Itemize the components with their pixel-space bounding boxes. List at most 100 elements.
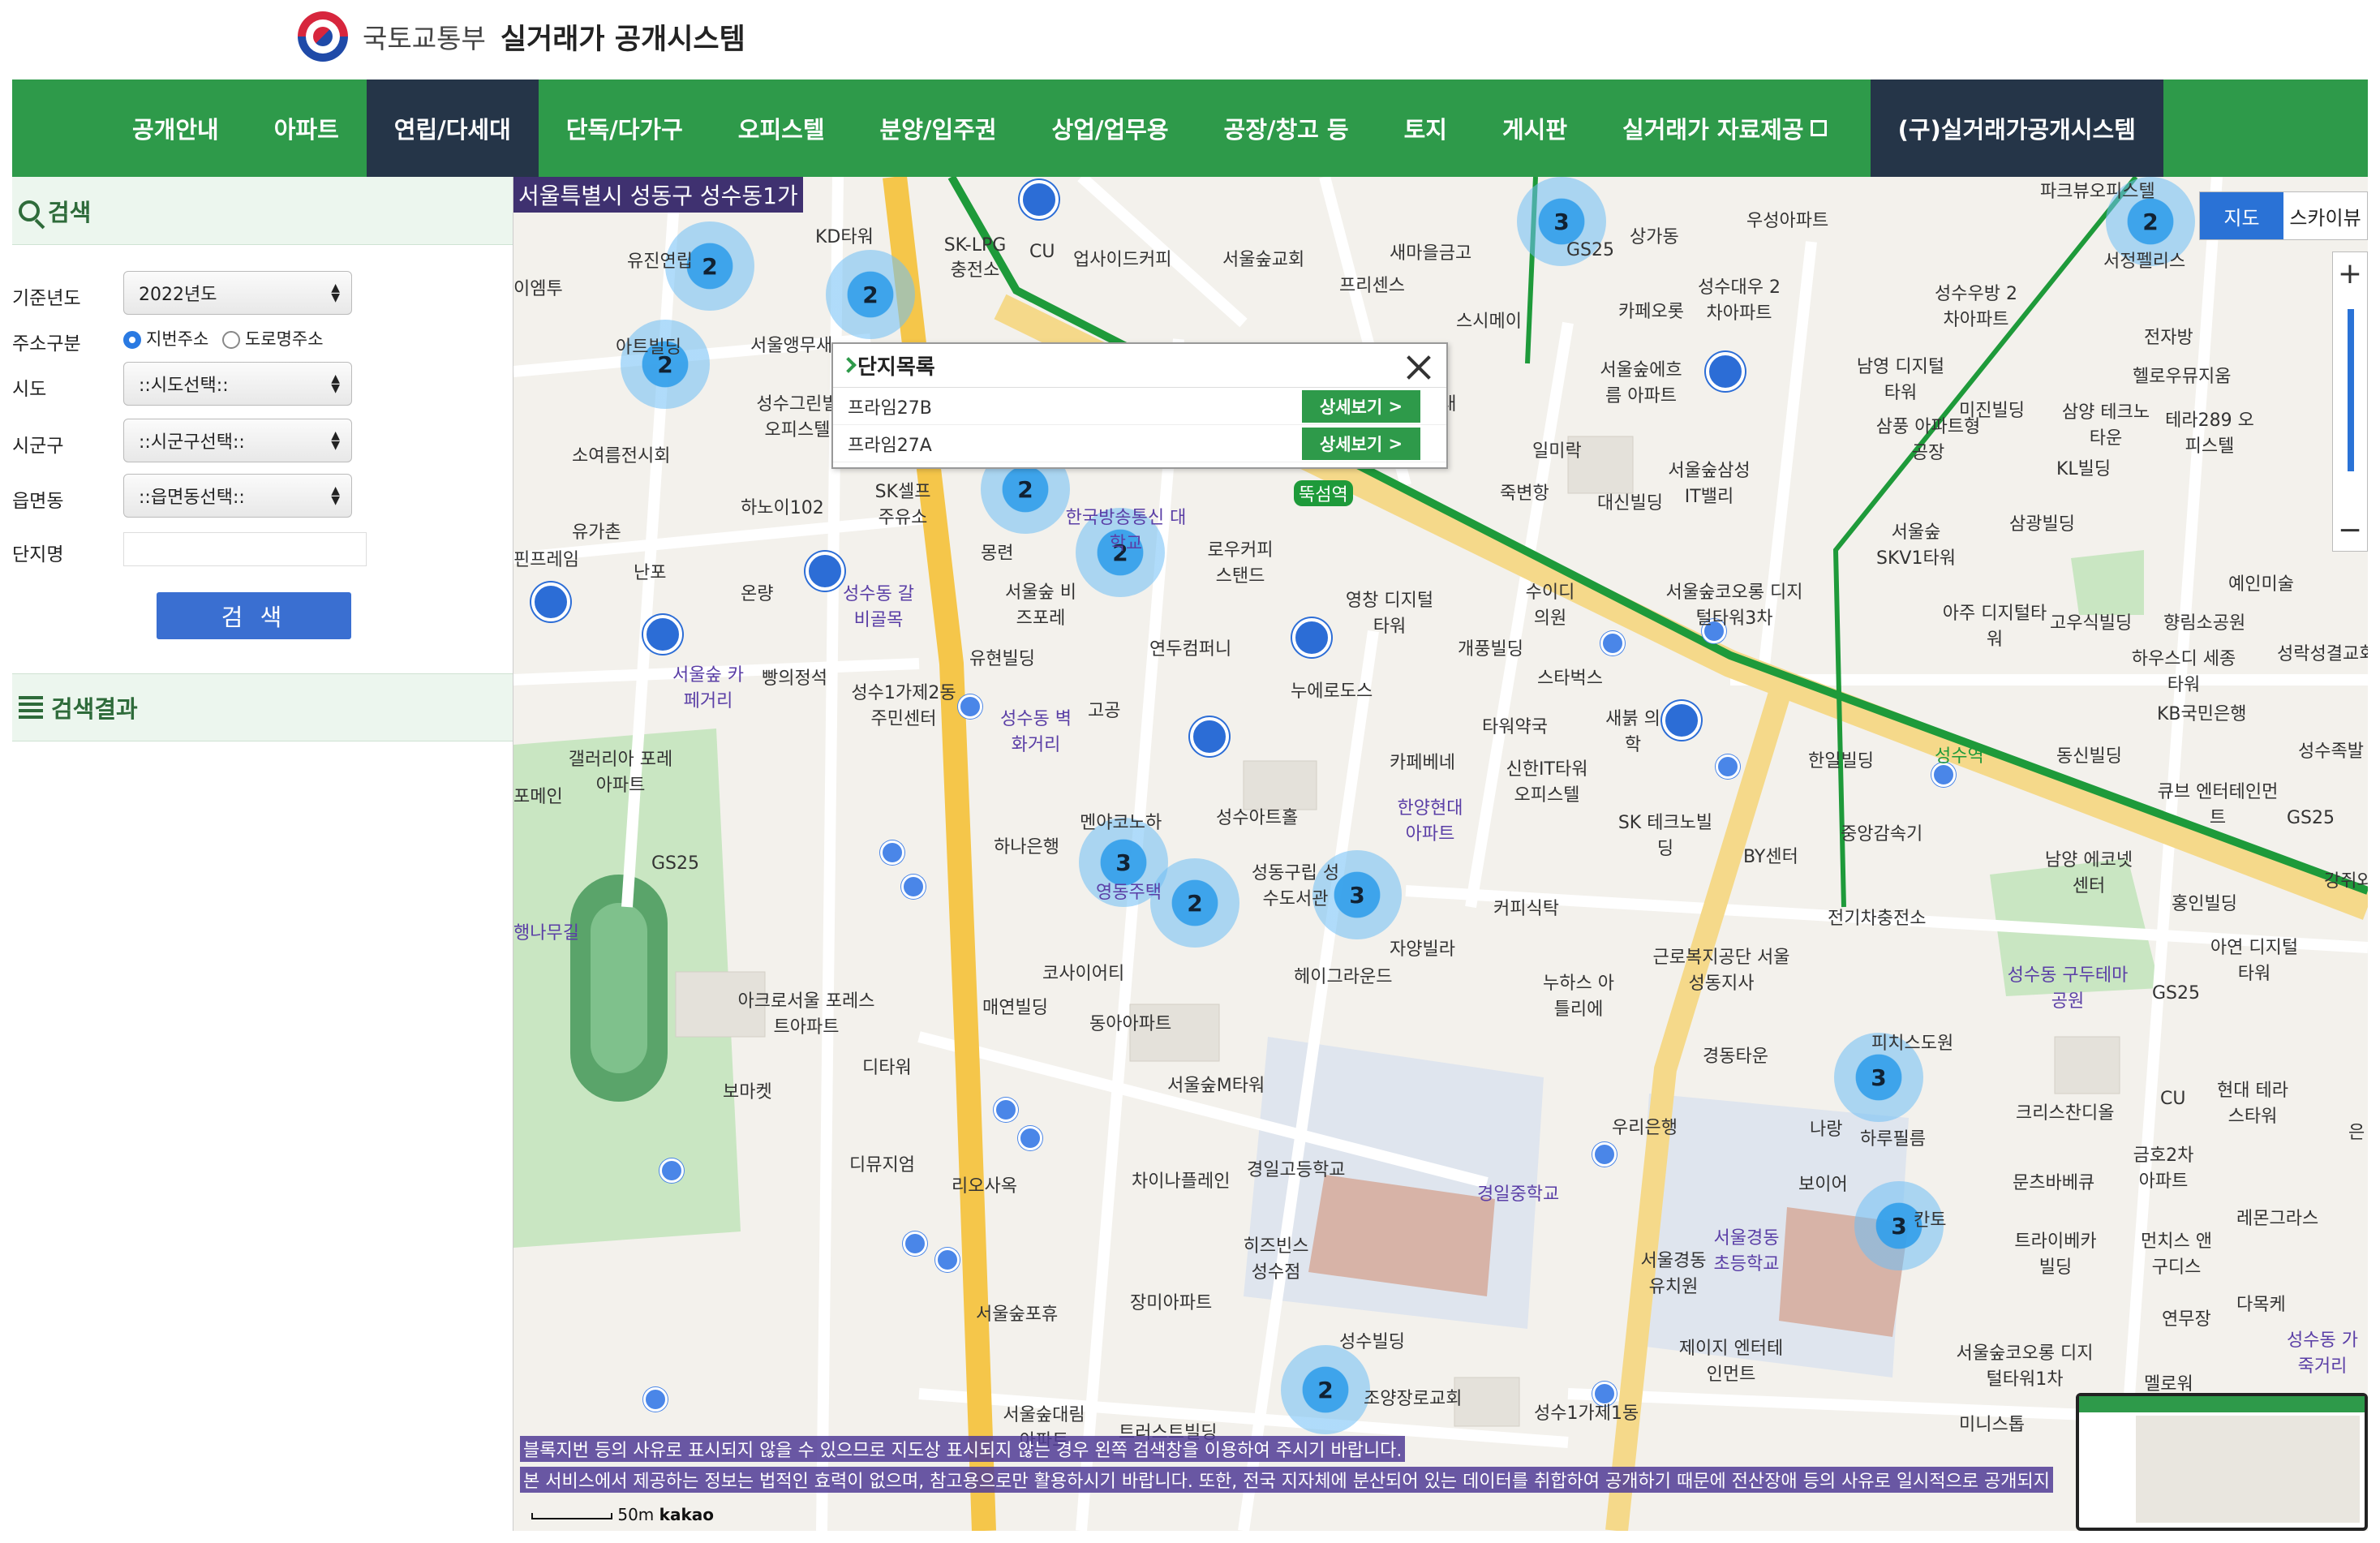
poi-label: 죽변항 [1500,484,1549,504]
poi-label: 성수동 가죽거리 [2287,1330,2358,1377]
cluster-marker[interactable]: 2 [1281,1345,1370,1434]
house-pin-icon[interactable] [643,615,682,660]
bus-stop-icon[interactable] [643,1387,668,1412]
poi-label: 갤러리아 포레아파트 [568,750,673,796]
house-pin-icon[interactable] [531,582,570,628]
poi-label: 나랑 [1810,1120,1843,1140]
nav-item-guide[interactable]: 공개안내 [12,80,247,177]
nav-item-officetel[interactable]: 오피스텔 [711,80,853,177]
poi-label: 프리센스 [1339,276,1405,296]
poi-label: 영창 디지털타워 [1345,591,1434,637]
house-pin-icon[interactable] [1020,180,1059,226]
sigungu-select-value: ::시군구선택:: [139,432,245,453]
nav-item-data[interactable]: 실거래가 자료제공 [1595,80,1854,177]
nav-item-commercial[interactable]: 상업/업무용 [1025,80,1196,177]
zoom-in-button[interactable]: + [2333,252,2367,294]
poi-label: 자양빌라 [1390,939,1455,960]
sigungu-select[interactable]: ::시군구선택:: ▲ ▼ [123,419,352,462]
poi-label: 한일빌딩 [1808,751,1874,772]
cluster-marker[interactable]: 2 [826,250,915,339]
nav-item-legacy[interactable]: (구)실거래가공개시스템 [1870,80,2163,177]
nav-item-detached[interactable]: 단독/다가구 [539,80,711,177]
poi-label: 서울숲삼성 IT밸리 [1668,461,1751,507]
radio-lot-address[interactable]: 지번주소 [123,329,208,349]
search-button[interactable]: 검 색 [157,592,351,639]
dong-select-value: ::읍면동선택:: [139,488,245,508]
poi-label: 아주 디지털타워 [1942,604,2047,650]
poi-label: GS25 [2152,983,2201,1004]
poi-label: 금호2차 아파트 [2133,1145,2194,1192]
poi-label: 장미아파트 [1130,1293,1213,1313]
zoom-slider[interactable] [2348,309,2354,471]
poi-label: 카페오롯 [1618,302,1684,322]
bus-stop-icon[interactable] [1592,1142,1617,1167]
house-pin-icon[interactable] [1190,717,1229,763]
map-notice: 블록지번 등의 사유로 표시되지 않을 수 있으므로 지도상 표시되지 않는 경… [520,1436,1406,1462]
addr-type-radio-group: 지번주소 도로명주소 [123,326,324,350]
poi-label: 소여름전시회 [572,446,671,466]
poi-label: 큐브 엔터테인먼트 [2157,782,2279,828]
detail-button[interactable]: 상세보기 > [1302,389,1420,423]
dong-select[interactable]: ::읍면동선택:: ▲ ▼ [123,474,352,518]
bus-stop-icon[interactable] [659,1158,684,1183]
poi-label: 헤이그라운드 [1294,967,1393,987]
radio-road-address[interactable]: 도로명주소 [221,329,324,349]
poi-label: 중앙감속기 [1841,824,1923,845]
cluster-marker[interactable]: 2 [1150,858,1239,948]
house-pin-icon[interactable] [1292,618,1331,664]
sigungu-label: 시군구 [12,436,64,457]
nav-item-data-label: 실거래가 자료제공 [1622,116,1804,144]
logo[interactable]: 국토교통부 실거래가 공개시스템 [298,11,745,62]
detail-button[interactable]: 상세보기 > [1302,427,1420,460]
poi-label: 경일중학교 [1477,1184,1560,1205]
close-icon[interactable] [1406,354,1432,380]
zoom-out-button[interactable]: − [2333,509,2367,551]
nav-item-multiplex[interactable]: 연립/다세대 [366,80,539,177]
bus-stop-icon[interactable] [901,875,926,899]
poi-label: 연무장 [2162,1309,2211,1330]
bus-stop-icon[interactable] [1600,631,1625,655]
poi-label: SK셀프 주유소 [874,482,931,528]
poi-label: 일미락 [1532,441,1582,462]
poi-label: BY센터 [1743,847,1798,867]
bus-stop-icon[interactable] [1716,754,1740,779]
bus-stop-icon[interactable] [880,840,904,865]
poi-label: 은 [2348,1123,2365,1143]
poi-label: 행나무길 [513,923,579,943]
poi-label: 성수1가제1동 [1534,1403,1639,1424]
poi-label: 크리스찬디올 [2016,1103,2115,1124]
poi-label: 한국방송통신 대학교 [1065,508,1187,554]
map-scale: 50m kakao [531,1505,714,1524]
nav-item-apartment[interactable]: 아파트 [247,80,367,177]
sido-select[interactable]: ::시도선택:: ▲ ▼ [123,362,352,406]
map-type-map[interactable]: 지도 [2200,192,2283,239]
search-icon [19,200,40,221]
house-pin-icon[interactable] [1706,352,1745,398]
bus-stop-icon[interactable] [994,1098,1018,1122]
poi-label: 몽련 [981,544,1014,564]
bus-stop-icon[interactable] [1018,1126,1042,1150]
nav-item-factory[interactable]: 공장/창고 등 [1196,80,1377,177]
nav-item-presale[interactable]: 분양/입주권 [853,80,1025,177]
bus-stop-icon[interactable] [903,1231,927,1256]
year-select[interactable]: 2022년도 ▲ ▼ [123,271,352,315]
house-pin-icon[interactable] [1662,701,1701,746]
poi-label: 유현빌딩 [969,649,1035,669]
map[interactable]: 서울특별시 성동구 성수동1가 2 2 2 3 2 2 2 3 2 3 3 3 … [513,177,2368,1531]
nav-item-board[interactable]: 게시판 [1475,80,1595,177]
poi-label: 서울앵무새 [750,336,833,356]
complex-name-input[interactable] [123,532,367,566]
year-select-value: 2022년도 [139,285,217,305]
poi-label: 서울숲교회 [1222,250,1305,270]
page-root: 국토교통부 실거래가 공개시스템 공개안내 아파트 연립/다세대 단독/다가구 … [12,0,2368,1531]
minimap-thumbnail[interactable] [2076,1393,2368,1531]
poi-label: KL빌딩 [2056,459,2111,479]
poi-label: SK 테크노빌딩 [1617,813,1713,859]
nav-item-land[interactable]: 토지 [1377,80,1475,177]
popup-row-name: 프라임27B [848,398,932,419]
poi-label: 서울숲코오롱 디지털타워1차 [1956,1343,2094,1390]
bus-stop-icon[interactable] [935,1248,960,1272]
poi-label: 업사이드커피 [1073,250,1172,270]
minimap-map [2136,1416,2360,1523]
map-type-skyview[interactable]: 스카이뷰 [2283,192,2367,239]
